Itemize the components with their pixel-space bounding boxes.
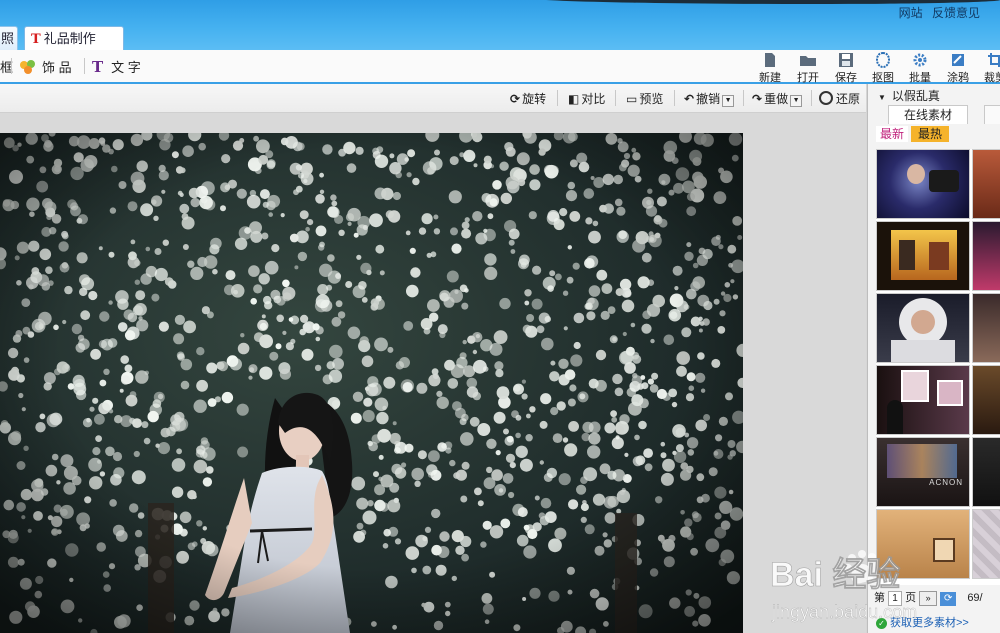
redo-icon: ↷	[752, 92, 763, 106]
redo-label: 重做	[764, 92, 789, 106]
tab-gift-making[interactable]: T 礼品制作	[24, 26, 124, 50]
compare-label: 对比	[581, 92, 606, 106]
restore-button[interactable]: 还原	[819, 90, 860, 107]
new-label: 新建	[759, 72, 781, 84]
crop-label: 裁剪	[984, 72, 1000, 84]
edit-actions-bar: ⟳ 旋转 ◧ 对比 ▭ 预览 ↶ 撤销 ▼ ↷ 重做 ▼ 还原	[0, 84, 866, 113]
thumbnail-grid: ACNON	[876, 149, 1000, 585]
edit-divider	[674, 90, 675, 106]
toolbar-decoration-label: 饰 品	[42, 60, 72, 75]
subtab-newest[interactable]: 最新	[876, 126, 908, 142]
undo-label: 撤销	[696, 92, 721, 106]
collapse-arrow-icon[interactable]: ▼	[878, 93, 886, 102]
main-toolbar: 框 饰 品 T文 字 新建 打开 保存 抠图 批量 涂鸦 裁剪	[0, 50, 1000, 84]
edited-photo	[0, 133, 743, 633]
material-thumbnail[interactable]	[876, 221, 970, 291]
material-thumbnail[interactable]	[972, 437, 1000, 507]
crop-button[interactable]: 裁剪	[978, 52, 1000, 85]
watermark-brand-text: Bai 经验	[770, 555, 900, 594]
preview-icon: ▭	[626, 92, 638, 106]
preview-label: 预览	[639, 92, 664, 106]
crop-icon	[988, 53, 1000, 67]
redo-dropdown-icon[interactable]: ▼	[790, 95, 803, 107]
toolbar-decoration[interactable]: 饰 品	[19, 57, 72, 76]
canvas-area[interactable]	[0, 113, 866, 633]
top-links: 网站 反馈意见	[893, 4, 980, 21]
tab-photo-label: 照	[1, 31, 15, 46]
edit-divider	[615, 90, 616, 106]
batch-label: 批量	[909, 72, 931, 84]
tab-gift-label: 礼品制作	[43, 31, 96, 46]
compare-icon: ◧	[568, 92, 580, 106]
edit-divider	[811, 90, 812, 106]
vignette	[0, 133, 743, 633]
cutout-icon	[875, 52, 891, 68]
subtab-hottest[interactable]: 最热	[911, 126, 949, 142]
doodle-label: 涂鸦	[947, 72, 969, 84]
edit-divider	[557, 90, 558, 106]
rotate-label: 旋转	[522, 92, 547, 106]
toolbar-text[interactable]: T文 字	[92, 57, 141, 76]
save-disk-icon	[839, 53, 853, 67]
redo-button[interactable]: ↷ 重做 ▼	[752, 90, 803, 107]
batch-gear-icon	[913, 53, 927, 67]
edit-divider	[743, 90, 744, 106]
baidu-jingyan-watermark: Bai 经验 jingyan.baidu.com	[770, 548, 990, 628]
open-folder-icon	[800, 56, 816, 66]
panel-header[interactable]: ▼ 以假乱真	[878, 87, 940, 104]
material-thumbnail[interactable]: ACNON	[876, 437, 970, 507]
new-button[interactable]: 新建	[753, 52, 787, 85]
material-thumbnail[interactable]	[972, 365, 1000, 435]
cutout-button[interactable]: 抠图	[866, 52, 900, 85]
rotate-icon: ⟳	[510, 92, 521, 106]
rotate-button[interactable]: ⟳ 旋转	[510, 90, 546, 107]
feedback-link[interactable]: 反馈意见	[932, 6, 980, 20]
material-thumbnail[interactable]	[972, 149, 1000, 219]
gift-t-icon: T	[31, 32, 41, 47]
text-icon: T	[92, 58, 104, 76]
website-link[interactable]: 网站	[899, 6, 923, 20]
save-button[interactable]: 保存	[829, 52, 863, 85]
open-label: 打开	[797, 72, 819, 84]
decoration-icon	[20, 60, 35, 74]
open-button[interactable]: 打开	[791, 52, 825, 85]
material-thumbnail[interactable]	[972, 293, 1000, 363]
material-thumbnail[interactable]	[972, 221, 1000, 291]
batch-button[interactable]: 批量	[903, 52, 937, 85]
panel-title: 以假乱真	[891, 89, 940, 103]
new-file-icon	[765, 53, 775, 67]
baidu-logo: Bai 经验 jingyan.baidu.com	[770, 550, 917, 622]
preview-button[interactable]: ▭ 预览	[626, 90, 663, 107]
tab-other-material[interactable]	[984, 105, 1000, 124]
title-bar: 网站 反馈意见 照 T 礼品制作	[0, 0, 1000, 50]
undo-button[interactable]: ↶ 撤销 ▼	[684, 90, 735, 107]
watermark-url-text: jingyan.baidu.com	[771, 602, 917, 622]
compare-button[interactable]: ◧ 对比	[568, 90, 605, 107]
tab-photo[interactable]: 照	[0, 26, 18, 50]
toolbar-divider	[84, 58, 85, 74]
toolbar-divider	[11, 58, 12, 74]
material-thumbnail[interactable]	[876, 149, 970, 219]
material-thumbnail[interactable]	[876, 365, 970, 435]
undo-icon: ↶	[684, 92, 695, 106]
material-thumbnail[interactable]	[876, 293, 970, 363]
restore-label: 还原	[836, 92, 861, 106]
doodle-button[interactable]: 涂鸦	[941, 52, 975, 85]
cutout-label: 抠图	[872, 72, 894, 84]
photo-canvas[interactable]	[0, 133, 743, 633]
tab-online-material[interactable]: 在线素材	[888, 105, 968, 124]
save-label: 保存	[835, 72, 857, 84]
undo-dropdown-icon[interactable]: ▼	[722, 95, 735, 107]
toolbar-text-label: 文 字	[111, 60, 141, 75]
doodle-icon	[952, 54, 964, 66]
restore-icon	[819, 91, 833, 105]
